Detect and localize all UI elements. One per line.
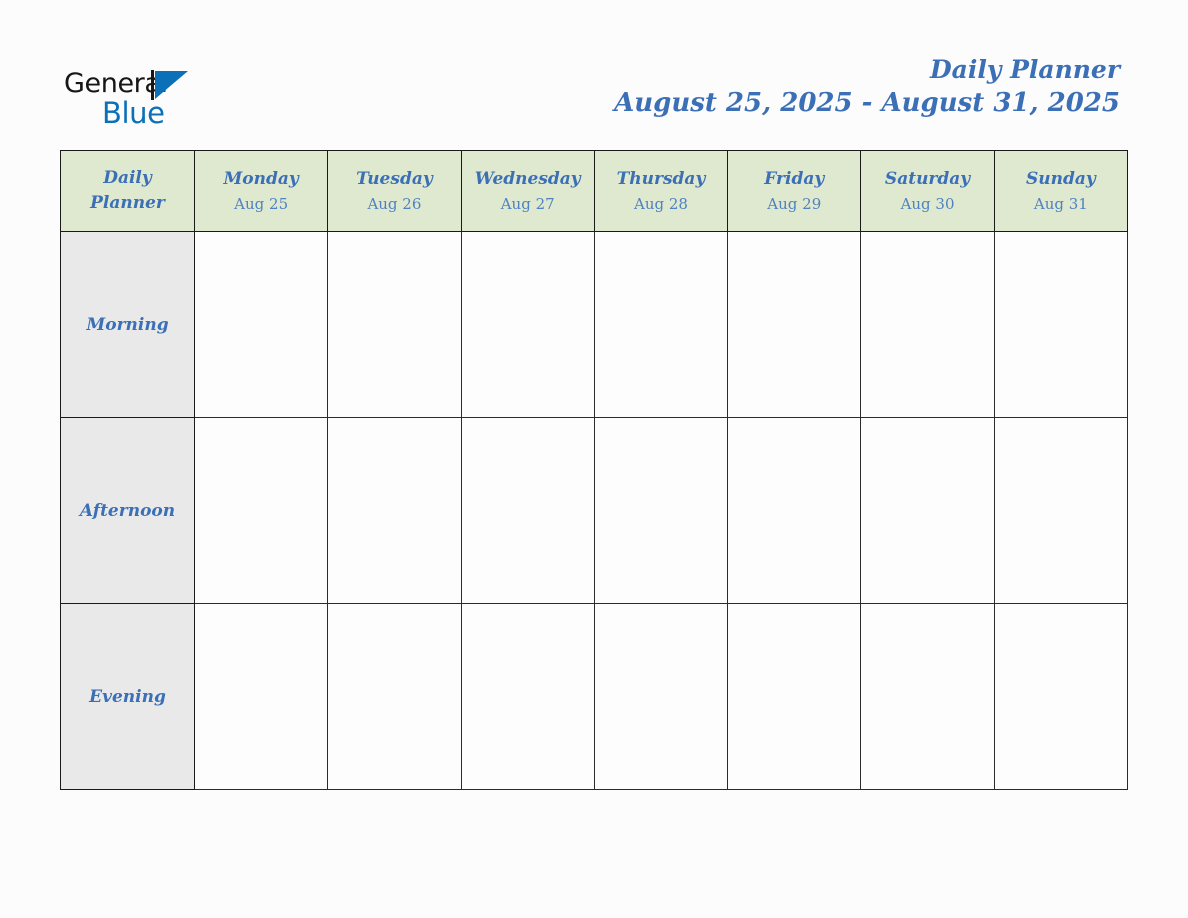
slot-afternoon-monday[interactable]: [193, 417, 329, 604]
daily-planner-page: General Blue Daily Planner August 25, 20…: [0, 0, 1188, 918]
slot-morning-sunday[interactable]: [993, 231, 1129, 418]
page-header: General Blue Daily Planner August 25, 20…: [0, 0, 1188, 148]
date-range: August 25, 2025 - August 31, 2025: [614, 88, 1120, 118]
column-header-saturday: Saturday Aug 30: [860, 150, 995, 232]
planner-row-afternoon: Afternoon: [60, 417, 1129, 604]
slot-afternoon-thursday[interactable]: [593, 417, 729, 604]
slot-evening-sunday[interactable]: [993, 603, 1129, 790]
slot-evening-thursday[interactable]: [593, 603, 729, 790]
row-label-evening: Evening: [60, 603, 195, 790]
day-date-saturday: Aug 30: [900, 194, 955, 213]
slot-afternoon-saturday[interactable]: [860, 417, 995, 604]
day-date-friday: Aug 29: [767, 194, 822, 213]
planner-table: Daily Planner Monday Aug 25 Tuesday Aug …: [60, 150, 1129, 790]
slot-morning-monday[interactable]: [193, 231, 329, 418]
slot-evening-saturday[interactable]: [860, 603, 995, 790]
column-header-monday: Monday Aug 25: [193, 150, 329, 232]
row-label-morning: Morning: [60, 231, 195, 418]
logo-text-blue: Blue: [102, 96, 165, 130]
column-header-tuesday: Tuesday Aug 26: [327, 150, 462, 232]
slot-afternoon-sunday[interactable]: [993, 417, 1129, 604]
column-header-sunday: Sunday Aug 31: [993, 150, 1129, 232]
day-name-wednesday: Wednesday: [474, 168, 581, 189]
corner-label-line2: Planner: [90, 193, 165, 213]
slot-evening-tuesday[interactable]: [327, 603, 462, 790]
row-label-afternoon: Afternoon: [60, 417, 195, 604]
planner-row-evening: Evening: [60, 603, 1129, 790]
column-header-wednesday: Wednesday Aug 27: [460, 150, 595, 232]
row-label-text-morning: Morning: [86, 314, 169, 335]
day-date-thursday: Aug 28: [634, 194, 688, 213]
corner-label-line1: Daily: [103, 168, 152, 188]
slot-afternoon-tuesday[interactable]: [327, 417, 462, 604]
day-date-tuesday: Aug 26: [367, 194, 422, 213]
slot-evening-wednesday[interactable]: [460, 603, 595, 790]
slot-morning-wednesday[interactable]: [460, 231, 595, 418]
day-date-wednesday: Aug 27: [500, 194, 555, 213]
slot-morning-tuesday[interactable]: [327, 231, 462, 418]
day-date-monday: Aug 25: [234, 194, 289, 213]
row-label-text-evening: Evening: [89, 686, 166, 707]
page-title: Daily Planner: [929, 55, 1120, 84]
row-label-text-afternoon: Afternoon: [79, 500, 176, 521]
slot-afternoon-wednesday[interactable]: [460, 417, 595, 604]
slot-morning-friday[interactable]: [727, 231, 862, 418]
general-blue-logo: General Blue: [62, 68, 262, 130]
slot-evening-monday[interactable]: [193, 603, 329, 790]
title-block: Daily Planner August 25, 2025 - August 3…: [614, 54, 1120, 120]
column-header-thursday: Thursday Aug 28: [593, 150, 729, 232]
day-name-tuesday: Tuesday: [356, 168, 433, 189]
day-name-thursday: Thursday: [616, 168, 706, 189]
day-name-sunday: Sunday: [1025, 168, 1096, 189]
slot-morning-saturday[interactable]: [860, 231, 995, 418]
day-name-monday: Monday: [223, 168, 299, 189]
blue-triangle-icon: [155, 71, 188, 99]
column-header-friday: Friday Aug 29: [727, 150, 862, 232]
slot-morning-thursday[interactable]: [593, 231, 729, 418]
day-name-friday: Friday: [764, 168, 825, 189]
day-date-sunday: Aug 31: [1033, 194, 1088, 213]
slot-afternoon-friday[interactable]: [727, 417, 862, 604]
planner-row-morning: Morning: [60, 231, 1129, 418]
table-corner-cell: Daily Planner: [60, 150, 195, 232]
slot-evening-friday[interactable]: [727, 603, 862, 790]
table-header-row: Daily Planner Monday Aug 25 Tuesday Aug …: [60, 150, 1129, 232]
day-name-saturday: Saturday: [884, 168, 971, 189]
